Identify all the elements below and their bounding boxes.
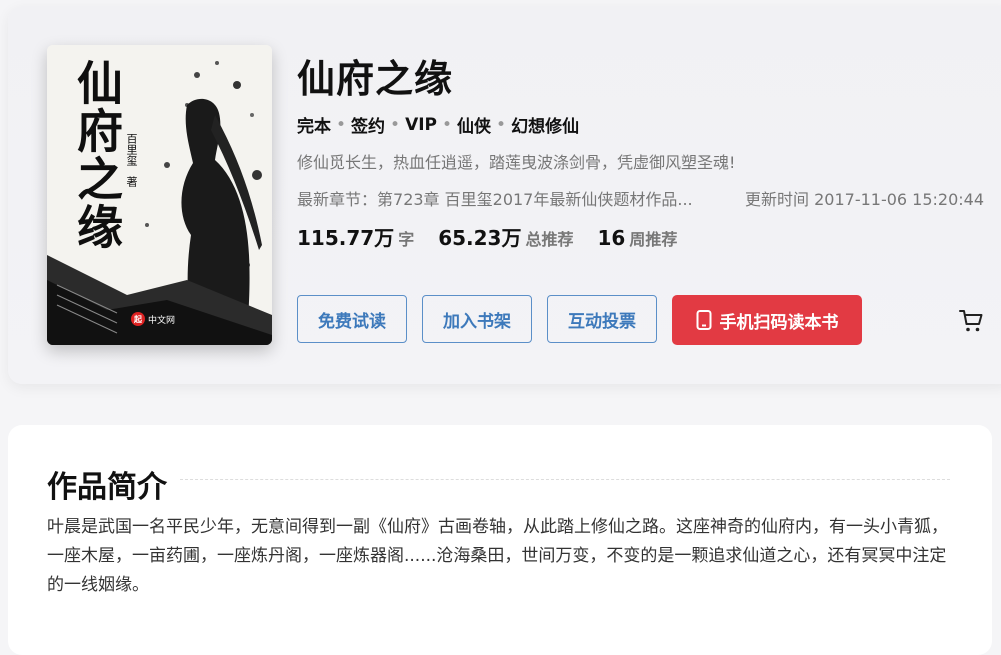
latest-chapter-label: 最新章节： [297,190,378,209]
free-read-button[interactable]: 免费试读 [297,295,407,343]
book-stats: 115.77万 字 65.23万 总推荐 16 周推荐 [297,222,701,251]
weekly-recommend-value: 16 [597,226,626,250]
tag-separator: • [336,114,347,135]
update-time-label: 更新时间 [745,190,810,209]
book-title: 仙府之缘 [297,57,454,101]
book-tagline: 修仙觅长生，热血任逍遥，踏莲曳波涤剑骨，凭虚御风塑圣魂! [297,153,736,172]
total-recommend-value: 65.23万 [438,226,522,250]
cover-author-name: 百里玺 [125,133,138,166]
update-time: 更新时间 2017-11-06 15:20:44 [745,186,984,210]
add-to-shelf-button[interactable]: 加入书架 [422,295,532,343]
cover-author: 百里玺著 [123,133,139,187]
cover-title: 仙府之缘 [70,59,124,251]
word-count-value: 115.77万 [297,226,395,250]
tag-separator: • [496,114,507,135]
tag-subcategory[interactable]: 幻想修仙 [511,112,579,137]
tag-separator: • [390,114,401,135]
word-count-unit: 字 [398,230,415,249]
phone-icon [696,310,711,330]
intro-divider [180,479,950,480]
update-time-value: 2017-11-06 15:20:44 [814,190,985,209]
intro-text: 叶晨是武国一名平民少年，无意间得到一副《仙府》古画卷轴，从此踏上修仙之路。这座神… [47,517,948,595]
latest-chapter[interactable]: 最新章节：第723章 百里玺2017年最新仙侠题材作品... [297,186,737,210]
cover-publisher-name: 中文网 [148,315,176,326]
cover-author-suffix: 著 [125,176,138,187]
cover-publisher: 起 中文网 [131,312,175,326]
latest-chapter-row: 最新章节：第723章 百里玺2017年最新仙侠题材作品... 更新时间 2017… [297,186,997,210]
tag-vip: VIP [405,114,438,135]
latest-chapter-title[interactable]: 第723章 百里玺2017年最新仙侠题材作品... [377,190,693,209]
cart-icon[interactable] [958,308,984,334]
book-cover[interactable]: 仙府之缘 百里玺著 起 中文网 [47,45,272,345]
publisher-logo-icon: 起 [131,312,145,326]
total-recommend-unit: 总推荐 [525,230,574,249]
book-tags: 完本 • 签约 • VIP • 仙侠 • 幻想修仙 [297,112,579,138]
vote-button[interactable]: 互动投票 [547,295,657,343]
scan-to-read-label: 手机扫码读本书 [719,312,839,333]
tag-status: 完本 [297,117,331,137]
tag-signed: 签约 [351,117,386,137]
tag-separator: • [442,114,453,135]
scan-to-read-button[interactable]: 手机扫码读本书 [672,295,862,345]
intro-heading: 作品简介 [47,470,167,505]
weekly-recommend-unit: 周推荐 [629,230,678,249]
tag-category[interactable]: 仙侠 [457,112,491,137]
